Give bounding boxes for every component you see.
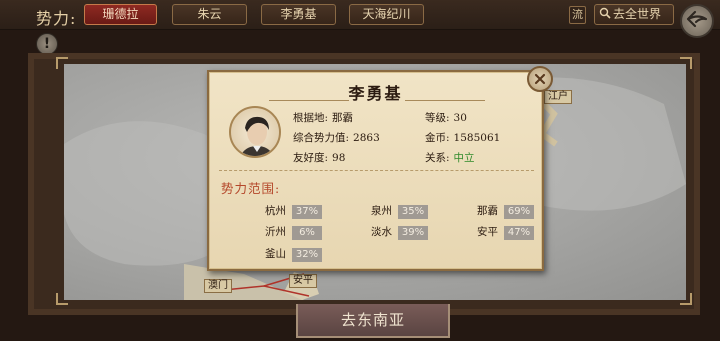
region-item: 沂州 6% (265, 224, 322, 240)
region-percent: 47% (504, 226, 534, 240)
region-percent: 35% (398, 205, 428, 219)
close-button[interactable] (527, 66, 553, 92)
search-icon (599, 6, 611, 19)
region-item: 淡水 39% (371, 224, 428, 240)
base-info: 根据地: 那霸 (293, 112, 354, 124)
frame-corner (680, 57, 692, 69)
close-icon (534, 70, 546, 89)
faction-tab-2[interactable]: 朱云 (172, 4, 247, 25)
faction-tab-1[interactable]: 珊德拉 (84, 4, 157, 25)
region-percent: 39% (398, 226, 428, 240)
title-divider (405, 100, 485, 101)
section-divider (219, 170, 534, 171)
gold-info: 金币: 1585061 (425, 132, 501, 144)
region-item: 泉州 35% (371, 203, 428, 219)
port-label-anping[interactable]: 安平 (289, 274, 317, 288)
popup-title: 李勇基 (348, 84, 403, 103)
power-info: 综合势力值: 2863 (293, 132, 380, 144)
region-percent: 37% (292, 205, 322, 219)
faction-info-popup: 李勇基 根据地: 那霸 等级: 30 综合势力值: 2863 金币: 1585061 友… (207, 66, 553, 271)
faction-title: 势力: (36, 9, 77, 28)
region-item: 那霸 69% (477, 203, 534, 219)
alert-button[interactable]: ! (36, 33, 58, 55)
region-item: 杭州 37% (265, 203, 322, 219)
port-label-edo[interactable]: 江户 (544, 90, 572, 104)
frame-corner (680, 293, 692, 305)
faction-tab-3[interactable]: 李勇基 (261, 4, 336, 25)
influence-section-title: 势力范围: (221, 181, 281, 196)
go-world-button[interactable]: 去全世界 (594, 4, 674, 25)
go-southeast-asia-button[interactable]: 去东南亚 (296, 304, 450, 338)
frame-corner (56, 57, 68, 69)
region-item: 安平 47% (477, 224, 534, 240)
region-percent: 69% (504, 205, 534, 219)
level-info: 等级: 30 (425, 112, 467, 124)
port-label-macau[interactable]: 澳门 (204, 279, 232, 293)
frame-corner (56, 293, 68, 305)
friendship-info: 友好度: 98 (293, 152, 346, 164)
region-percent: 32% (292, 248, 322, 262)
go-world-label: 去全世界 (613, 7, 662, 21)
relation-info: 关系: 中立 (425, 152, 475, 164)
region-percent: 6% (292, 226, 322, 240)
back-button[interactable] (680, 4, 714, 38)
top-bar: 势力: 珊德拉 朱云 李勇基 天海纪川 流 去全世界 (0, 0, 720, 30)
faction-tab-4[interactable]: 天海纪川 (349, 4, 424, 25)
back-arrow-icon (686, 10, 708, 32)
avatar (229, 106, 281, 158)
region-item: 釜山 32% (265, 246, 322, 262)
title-divider (269, 100, 349, 101)
flow-button[interactable]: 流 (569, 6, 586, 24)
